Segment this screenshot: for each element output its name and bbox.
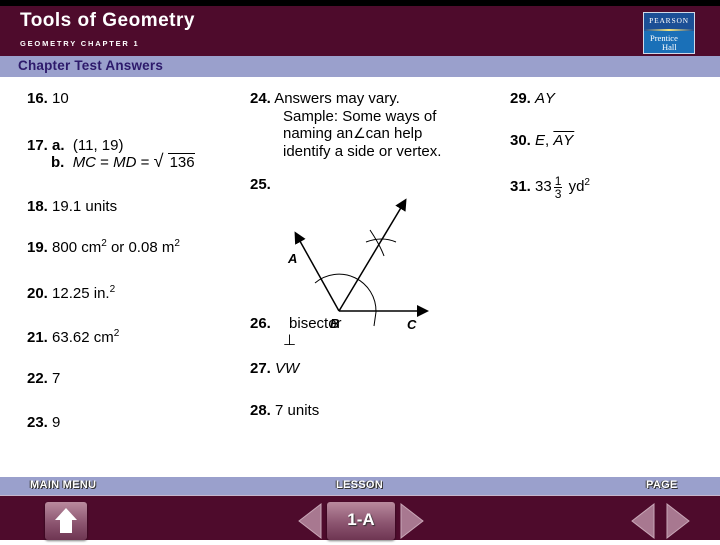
- answer-number: 25.: [250, 176, 271, 193]
- answer-27: 27. VW: [250, 360, 299, 377]
- fraction: 13: [553, 173, 563, 201]
- superscript: 2: [109, 284, 116, 295]
- answer-line: Sample: Some ways of: [283, 107, 437, 125]
- answer-number: 17.: [27, 137, 48, 154]
- numerator: 1: [553, 173, 563, 188]
- answer-24: 24. Answers may vary. Sample: Some ways …: [250, 90, 441, 160]
- logo-hall-text: Hall: [662, 42, 677, 52]
- answer-number: 21.: [27, 329, 48, 346]
- main-menu-button[interactable]: [45, 502, 87, 540]
- answer-number: 23.: [27, 414, 48, 431]
- superscript: 2: [174, 238, 180, 249]
- answer-19: 19. 800 cm2 or 0.08 m2: [27, 238, 180, 257]
- var-mc: MC: [72, 154, 97, 171]
- part-a-text: (11, 19): [72, 137, 124, 154]
- equals-sign: =: [136, 154, 154, 171]
- answer-25: 25.: [250, 176, 271, 193]
- answer-31: 31. 33 1 3 yd2: [510, 174, 590, 200]
- answer-number: 27.: [250, 360, 271, 377]
- answer-text: 7: [52, 370, 61, 387]
- answer-number: 26.: [250, 315, 271, 332]
- lesson-prev-button[interactable]: [297, 502, 323, 540]
- answer-text: 7 units: [275, 402, 320, 419]
- answer-text: 800 cm: [52, 239, 102, 256]
- page-prev-button[interactable]: [630, 502, 656, 540]
- lesson-value-button[interactable]: 1-A: [327, 502, 395, 540]
- answer-18: 18. 19.1 units: [27, 198, 117, 215]
- part-b-label: b.: [51, 154, 65, 171]
- answer-29: 29. AY: [510, 90, 556, 107]
- answer-26: 26. bisector: [250, 315, 342, 332]
- superscript: 2: [584, 177, 590, 188]
- answer-number: 28.: [250, 402, 271, 419]
- lesson-next-button[interactable]: [399, 502, 425, 540]
- radicand: 136: [167, 153, 195, 171]
- answer-23: 23. 9: [27, 414, 60, 431]
- answer-number: 22.: [27, 370, 48, 387]
- page-label: PAGE: [646, 479, 678, 491]
- answer-number: 31.: [510, 178, 531, 195]
- answer-text: VW: [275, 360, 300, 377]
- chapter-subtitle: GEOMETRY CHAPTER 1: [20, 39, 140, 48]
- answer-line: identify a side or vertex.: [283, 142, 442, 160]
- page-title: Tools of Geometry: [20, 10, 195, 31]
- answer-number: 19.: [27, 239, 48, 256]
- lesson-label: LESSON: [336, 479, 384, 491]
- pearson-logo: PEARSON Prentice Hall: [643, 12, 695, 54]
- var-md: MD: [113, 154, 137, 171]
- equals-sign: =: [96, 154, 114, 171]
- answer-number: 20.: [27, 285, 48, 302]
- part-a-label: a.: [52, 137, 65, 154]
- perpendicular-icon: ⊥: [283, 332, 297, 349]
- nav-button-bar: 1-A: [0, 496, 720, 540]
- unit: yd: [568, 178, 585, 195]
- answer-number: 16.: [27, 90, 48, 107]
- superscript: 2: [113, 328, 120, 339]
- answer-text: bisector: [289, 315, 342, 332]
- whole-part: 33: [535, 178, 552, 195]
- answer-20: 20. 12.25 in.2: [27, 284, 116, 303]
- home-icon: [55, 508, 77, 533]
- radical-icon: √: [153, 151, 164, 171]
- answer-text: 10: [52, 90, 69, 107]
- answer-text: or 0.08 m: [106, 239, 175, 256]
- answer-21: 21. 63.62 cm2: [27, 328, 120, 347]
- main-menu-label: MAIN MENU: [30, 479, 97, 491]
- label-a: A: [287, 251, 297, 266]
- answer-line: naming an: [283, 125, 354, 142]
- answer-number: 30.: [510, 132, 531, 149]
- page-next-button[interactable]: [665, 502, 691, 540]
- angle-icon: ∠: [353, 125, 366, 141]
- nav-label-bar: MAIN MENU LESSON PAGE: [0, 477, 720, 496]
- answer-16: 16. 10: [27, 90, 69, 107]
- section-title: Chapter Test Answers: [18, 58, 164, 73]
- intersect-arc-2: [369, 229, 385, 257]
- answer-text: 12.25 in.: [52, 285, 110, 302]
- answer-text: AY: [535, 90, 556, 107]
- header-bar: Tools of Geometry GEOMETRY CHAPTER 1 PEA…: [0, 6, 720, 56]
- answer-number: 24.: [250, 90, 271, 107]
- square-root: √ 136: [153, 151, 195, 171]
- answer-22: 22. 7: [27, 370, 60, 387]
- answer-line: can help: [365, 125, 423, 142]
- label-c: C: [407, 317, 417, 332]
- answer-17: 17. a. (11, 19) b. MC = MD = √ 136: [27, 137, 195, 171]
- ray-ba: [294, 231, 340, 312]
- answer-30: 30. E, AY: [510, 132, 574, 149]
- logo-pearson-text: PEARSON: [644, 13, 694, 29]
- answer-line: Answers may vary.: [274, 90, 400, 107]
- denominator: 3: [554, 186, 562, 201]
- section-bar: Chapter Test Answers: [0, 56, 720, 77]
- answer-text: 63.62 cm: [52, 329, 114, 346]
- answer-text: E: [535, 132, 546, 149]
- answer-number: 29.: [510, 90, 531, 107]
- answer-text: 19.1 units: [52, 198, 118, 215]
- answer-text: 9: [52, 414, 61, 431]
- segment-ay: AY: [553, 132, 575, 149]
- answer-number: 18.: [27, 198, 48, 215]
- answer-28: 28. 7 units: [250, 402, 319, 419]
